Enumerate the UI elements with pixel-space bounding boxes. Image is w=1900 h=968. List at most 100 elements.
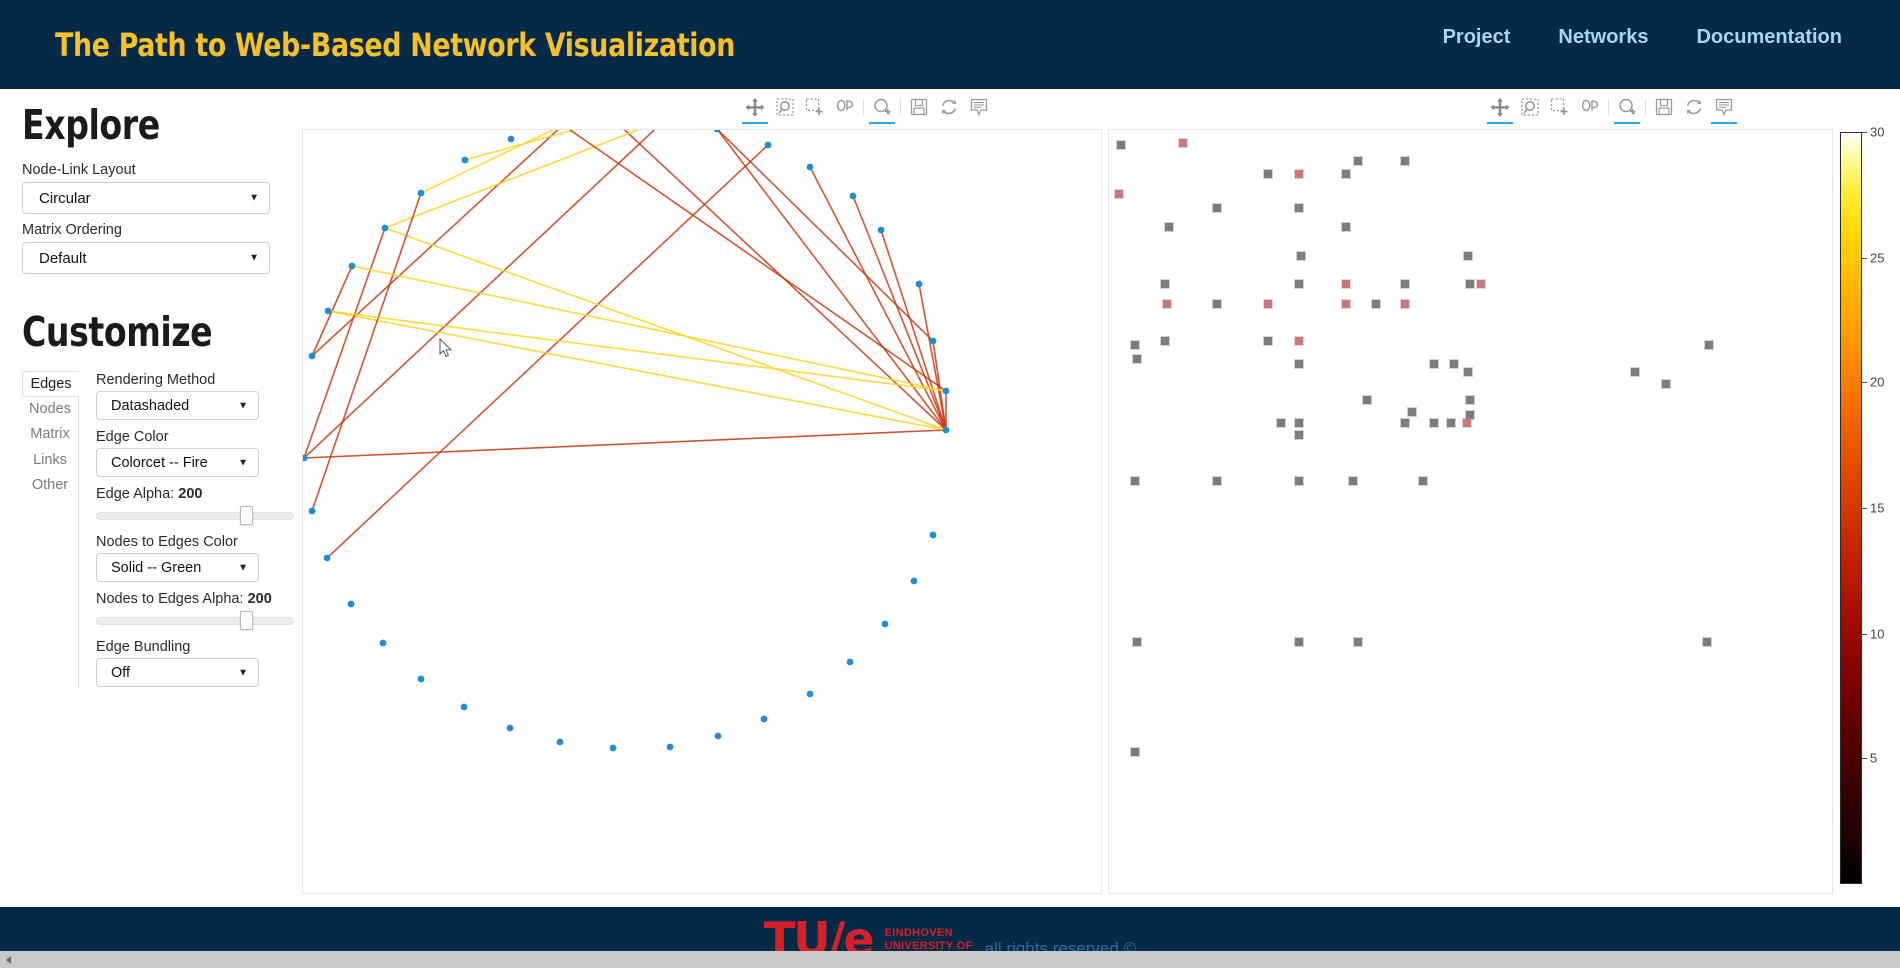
hover-icon — [968, 96, 990, 118]
nav-link-project[interactable]: Project — [1443, 26, 1511, 49]
reset-tool[interactable] — [1679, 92, 1709, 122]
edge-alpha-slider-track — [96, 512, 294, 521]
customize-heading: Customize — [22, 308, 213, 357]
colorbar-tick — [1862, 508, 1867, 509]
box-select-tool[interactable] — [800, 92, 830, 122]
node-link-layout-label: Node-Link Layout — [22, 162, 136, 179]
visualization-area: 30 25 20 15 10 5 — [300, 89, 1900, 907]
node-link-layout-value: Circular — [39, 189, 91, 207]
matrix-toolbar — [1485, 91, 1739, 124]
tab-nodes[interactable]: Nodes — [22, 397, 78, 423]
colorbar-tick — [1862, 132, 1867, 133]
pan-tool[interactable] — [1485, 92, 1515, 124]
nodes-to-edges-alpha-label: Nodes to Edges Alpha: 200 — [96, 591, 294, 607]
node-link-toolbar — [740, 91, 994, 124]
customize-panel: Edges Nodes Matrix Links Other Rendering… — [22, 371, 300, 688]
wheel-zoom-tool[interactable] — [1612, 92, 1642, 124]
wheel-zoom-icon — [1616, 96, 1638, 118]
box-zoom-tool[interactable] — [1515, 92, 1545, 122]
site-header: The Path to Web-Based Network Visualizat… — [0, 0, 1900, 89]
tab-matrix[interactable]: Matrix — [22, 422, 78, 448]
nodes-to-edges-color-value: Solid -- Green — [111, 559, 202, 576]
colorbar-tick — [1862, 382, 1867, 384]
colorbar-tick — [1862, 758, 1867, 760]
chevron-down-icon: ▼ — [238, 667, 248, 679]
scroll-left-arrow[interactable] — [0, 951, 17, 968]
tue-logo: TU/e — [763, 912, 875, 955]
chevron-down-icon: ▼ — [238, 457, 248, 469]
scrollbar-thumb[interactable] — [17, 953, 1900, 966]
toolbar-separator — [1608, 99, 1609, 115]
site-footer: TU/e EINDHOVEN UNIVERSITY OF TECHNOLOGY … — [0, 907, 1900, 955]
hover-tool[interactable] — [964, 92, 994, 122]
rendering-method-select[interactable]: Datashaded ▼ — [96, 391, 259, 421]
move-icon — [1489, 96, 1511, 118]
hover-icon — [1713, 96, 1735, 118]
lasso-select-tool[interactable] — [830, 92, 860, 122]
nodes-to-edges-alpha-value: 200 — [247, 591, 272, 608]
reset-icon — [938, 96, 960, 118]
box-zoom-icon — [774, 96, 796, 118]
save-icon — [908, 96, 930, 118]
pan-tool[interactable] — [740, 92, 770, 124]
chevron-down-icon: ▼ — [238, 562, 248, 574]
lasso-select-tool[interactable] — [1575, 92, 1605, 122]
wheel-zoom-icon — [871, 96, 893, 118]
edges-tab-panel: Rendering Method Datashaded ▼ Edge Color… — [79, 371, 294, 688]
tab-other[interactable]: Other — [22, 473, 78, 499]
colorbar-gradient — [1840, 132, 1862, 884]
matrix-ordering-select[interactable]: Default ▼ — [22, 242, 270, 275]
hover-tool[interactable] — [1709, 92, 1739, 124]
edge-bundling-select[interactable]: Off ▼ — [96, 658, 259, 688]
wheel-zoom-tool[interactable] — [867, 92, 897, 124]
edge-alpha-slider-handle[interactable] — [240, 506, 254, 526]
edge-color-select[interactable]: Colorcet -- Fire ▼ — [96, 448, 259, 478]
main-content: Explore Node-Link Layout Circular ▼ Matr… — [0, 89, 1900, 907]
toolbar-separator — [1645, 99, 1646, 115]
rendering-method-value: Datashaded — [111, 397, 190, 414]
save-tool[interactable] — [1649, 92, 1679, 122]
tue-line-1: EINDHOVEN — [884, 927, 953, 939]
page-title: The Path to Web-Based Network Visualizat… — [55, 25, 736, 64]
edge-alpha-label-text: Edge Alpha: — [96, 486, 175, 503]
node-link-layout-select[interactable]: Circular ▼ — [22, 182, 270, 215]
edge-bundling-value: Off — [111, 664, 131, 681]
edge-bundling-label: Edge Bundling — [96, 639, 191, 656]
main-navigation: Project Networks Documentation — [1443, 26, 1842, 49]
box-zoom-tool[interactable] — [770, 92, 800, 122]
reset-tool[interactable] — [934, 92, 964, 122]
nodes-to-edges-alpha-slider-track — [96, 617, 294, 626]
tab-edges[interactable]: Edges — [22, 371, 79, 397]
matrix-ordering-label: Matrix Ordering — [22, 222, 122, 239]
save-tool[interactable] — [904, 92, 934, 122]
lasso-select-icon — [834, 96, 856, 118]
explore-heading: Explore — [22, 101, 160, 149]
colorbar-tick-label: 25 — [1870, 250, 1885, 266]
nodes-to-edges-alpha-slider-handle[interactable] — [240, 611, 254, 631]
matrix-ordering-value: Default — [39, 249, 87, 267]
footer-copyright: all rights reserved © — [984, 939, 1137, 955]
nav-link-networks[interactable]: Networks — [1558, 26, 1648, 49]
tab-links[interactable]: Links — [22, 448, 78, 474]
nodes-to-edges-color-select[interactable]: Solid -- Green ▼ — [96, 553, 259, 583]
edge-alpha-slider[interactable] — [96, 506, 294, 526]
box-select-icon — [1549, 96, 1571, 118]
colorbar-tick — [1862, 257, 1867, 259]
lasso-select-icon — [1579, 96, 1601, 118]
node-link-plot[interactable] — [302, 129, 1102, 894]
nav-link-documentation[interactable]: Documentation — [1696, 26, 1842, 49]
edge-alpha-label: Edge Alpha: 200 — [96, 486, 294, 502]
control-sidebar: Explore Node-Link Layout Circular ▼ Matr… — [0, 89, 300, 907]
chevron-down-icon: ▼ — [238, 400, 248, 412]
colorbar-tick — [1862, 633, 1867, 635]
nodes-to-edges-color-label: Nodes to Edges Color — [96, 534, 238, 551]
nodes-to-edges-alpha-label-text: Nodes to Edges Alpha: — [96, 591, 244, 608]
edge-color-label: Edge Color — [96, 429, 169, 446]
box-select-tool[interactable] — [1545, 92, 1575, 122]
matrix-plot[interactable] — [1108, 129, 1833, 894]
nodes-to-edges-alpha-slider[interactable] — [96, 611, 294, 631]
colorbar-tick-label: 20 — [1870, 374, 1885, 390]
horizontal-scrollbar[interactable] — [0, 951, 1900, 968]
colorbar-tick-label: 5 — [1870, 750, 1878, 766]
colorbar-tick-label: 10 — [1870, 626, 1885, 642]
